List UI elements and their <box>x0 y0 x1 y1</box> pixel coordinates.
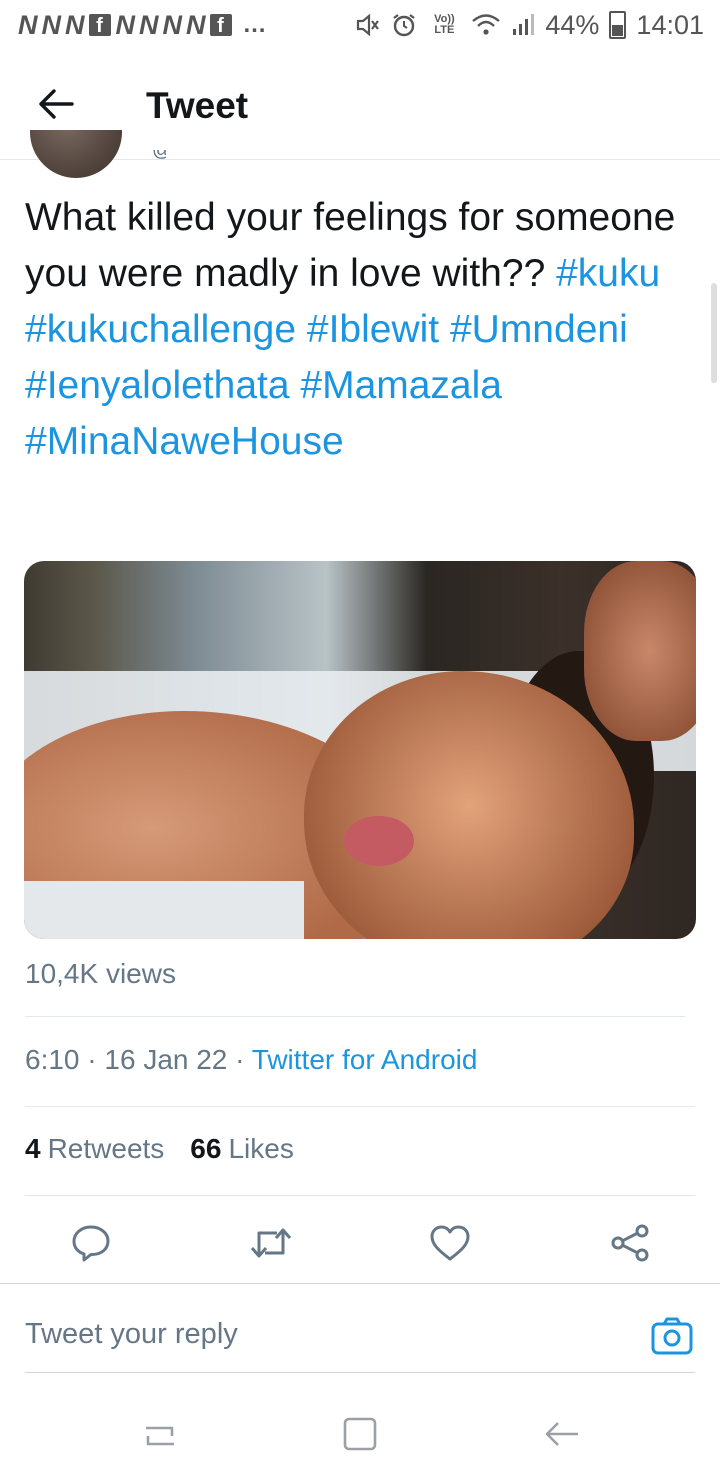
system-nav-bar <box>0 1390 720 1480</box>
status-bar: N N N f N N N N f … Vo)) LTE 44% 14:01 <box>0 0 720 50</box>
share-button[interactable] <box>605 1218 655 1268</box>
notification-facebook-icon: f <box>209 14 232 37</box>
camera-button[interactable] <box>650 1314 694 1358</box>
recents-icon <box>146 1426 174 1446</box>
home-icon <box>343 1417 377 1451</box>
heart-icon <box>430 1225 470 1261</box>
notification-icons: N N N f N N N N f … <box>18 10 268 41</box>
divider <box>25 1195 695 1196</box>
home-button[interactable] <box>338 1412 382 1456</box>
share-icon <box>611 1224 649 1262</box>
like-button[interactable] <box>425 1218 475 1268</box>
hashtag-link[interactable]: #Ienyalolethata <box>25 364 290 407</box>
divider <box>25 1016 685 1017</box>
retweets-count: 4 <box>25 1133 41 1164</box>
divider <box>25 1106 695 1107</box>
separator-dot: · <box>87 1044 97 1075</box>
comment-icon <box>72 1225 110 1262</box>
hashtag-link[interactable]: #kuku <box>556 252 660 295</box>
hashtag-link[interactable]: #Umndeni <box>450 308 628 351</box>
hashtag-link[interactable]: #kukuchallenge <box>25 308 296 351</box>
hashtag-link[interactable]: #MinaNaweHouse <box>25 420 344 463</box>
reply-bar: Tweet your reply <box>0 1283 720 1373</box>
retweets-stat[interactable]: 4 Retweets <box>25 1133 164 1165</box>
retweets-label: Retweets <box>47 1133 165 1164</box>
notification-n-icon: N <box>186 9 205 40</box>
notification-n-icon: N <box>162 9 182 40</box>
volte-icon: Vo)) LTE <box>434 13 455 36</box>
nav-back-button[interactable] <box>540 1412 584 1456</box>
scrollbar[interactable] <box>711 283 717 383</box>
notification-n-icon: N <box>65 9 84 40</box>
notification-overflow-icon: … <box>242 11 268 38</box>
page-title: Tweet <box>146 85 249 126</box>
tweet-stats: 4 Retweets 66 Likes <box>25 1133 294 1165</box>
likes-label: Likes <box>228 1133 294 1164</box>
tweet-date: 16 Jan 22 <box>104 1044 228 1075</box>
alarm-icon <box>393 14 416 37</box>
arrow-left-icon <box>39 89 74 119</box>
retweet-button[interactable] <box>246 1218 296 1268</box>
tweet-actions <box>0 1218 720 1270</box>
tweet-source-link[interactable]: Twitter for Android <box>252 1044 478 1075</box>
tweet-meta: 6:10 · 16 Jan 22 · Twitter for Android <box>25 1044 477 1076</box>
separator-dot: · <box>235 1044 245 1075</box>
back-button[interactable] <box>36 84 76 124</box>
notification-n-icon: N <box>139 9 158 40</box>
notification-n-icon: N <box>18 9 37 40</box>
recents-button[interactable] <box>138 1412 182 1456</box>
tweet-text: What killed your feelings for someone yo… <box>25 190 685 470</box>
hashtag-link[interactable]: #Mamazala <box>300 364 502 407</box>
camera-icon <box>651 1317 693 1355</box>
likes-count: 66 <box>190 1133 222 1164</box>
reply-underline <box>25 1372 695 1373</box>
mute-icon <box>357 13 380 37</box>
handle-peek: @ <box>152 150 166 160</box>
battery-icon <box>609 11 627 39</box>
tweet-time: 6:10 <box>25 1044 80 1075</box>
notification-facebook-icon: f <box>88 14 111 37</box>
signal-icon <box>513 14 535 35</box>
retweet-icon <box>250 1228 292 1258</box>
system-icons: Vo)) LTE 44% 14:01 <box>355 10 704 41</box>
reply-button[interactable] <box>66 1218 116 1268</box>
likes-stat[interactable]: 66 Likes <box>190 1133 294 1165</box>
view-count: 10,4K views <box>25 958 176 989</box>
wifi-icon <box>472 14 501 35</box>
hashtag-link[interactable]: #Iblewit <box>307 308 439 351</box>
notification-n-icon: N <box>115 9 135 40</box>
tweet-video[interactable] <box>24 561 696 939</box>
avatar[interactable] <box>30 130 122 178</box>
back-icon <box>545 1422 578 1446</box>
battery-percent: 44% <box>545 9 600 40</box>
reply-input[interactable]: Tweet your reply <box>25 1318 238 1351</box>
notification-n-icon: N <box>41 9 61 40</box>
clock: 14:01 <box>636 9 704 40</box>
